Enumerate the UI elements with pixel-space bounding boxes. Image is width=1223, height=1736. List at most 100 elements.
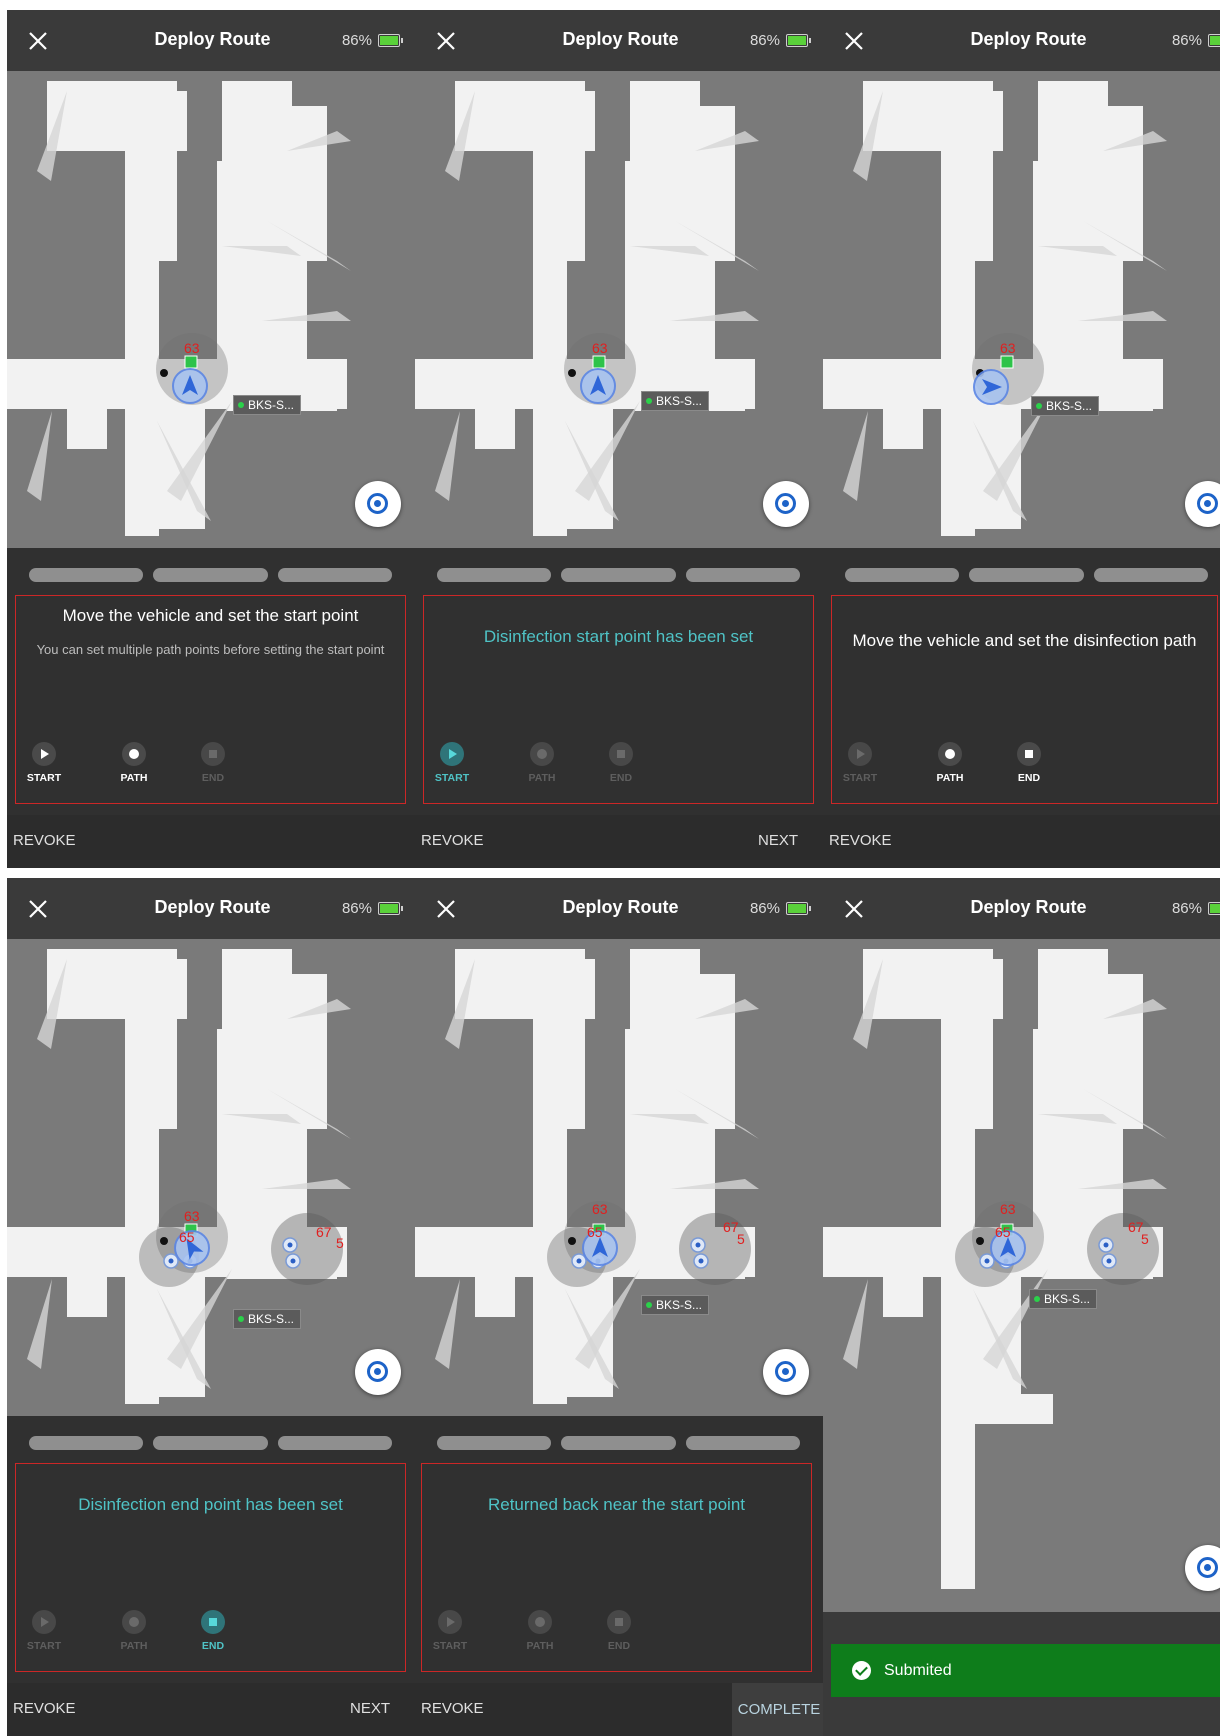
start-mode-button[interactable]: START <box>427 742 477 784</box>
check-icon <box>852 1661 871 1680</box>
step-bar <box>685 1436 800 1450</box>
close-icon[interactable] <box>27 30 49 52</box>
battery-icon <box>378 34 403 47</box>
step-bar <box>29 1436 144 1450</box>
step-bar <box>561 568 676 582</box>
screen-1: Deploy Route 86% 63 BKS-S... Move the ve… <box>7 10 418 868</box>
path-mode-button[interactable]: PATH <box>515 1610 565 1652</box>
screen-5: Deploy Route 86% 63 65 67 5 BKS-S... Ret… <box>415 878 826 1736</box>
play-icon <box>41 749 49 759</box>
floor-map <box>7 949 351 1404</box>
instruction-box: Move the vehicle and set the disinfectio… <box>831 595 1218 804</box>
map-view[interactable]: 63 BKS-S... <box>7 71 418 548</box>
close-icon[interactable] <box>843 898 865 920</box>
step-bar <box>277 568 392 582</box>
complete-button[interactable]: COMPLETE <box>732 1683 826 1736</box>
page-title: Deploy Route <box>154 29 271 49</box>
step-bar <box>277 1436 392 1450</box>
screen-4: Deploy Route 86% 63 65 67 5 BKS-S... Dis… <box>7 878 418 1736</box>
step-progress <box>29 1436 392 1450</box>
instruction-subtitle: You can set multiple path points before … <box>36 642 385 657</box>
floor-map <box>7 81 351 536</box>
start-mode-button[interactable]: START <box>425 1610 475 1652</box>
path-mode-button[interactable]: PATH <box>109 1610 159 1652</box>
waypoint-number: 65 <box>179 1229 195 1245</box>
revoke-button[interactable]: REVOKE <box>13 1700 76 1717</box>
locate-icon[interactable] <box>763 481 809 527</box>
locate-icon[interactable] <box>763 1349 809 1395</box>
map-view[interactable]: 63 65 67 5 BKS-S... <box>415 939 826 1416</box>
battery-status: 86% <box>342 900 403 917</box>
revoke-button[interactable]: REVOKE <box>421 1700 484 1717</box>
battery-icon <box>786 902 811 915</box>
footer-bar: REVOKE COMPLETE <box>415 1683 826 1736</box>
revoke-button[interactable]: REVOKE <box>13 832 76 849</box>
waypoint-number: 5 <box>1141 1231 1149 1247</box>
step-bar <box>437 568 552 582</box>
step-bar <box>29 568 144 582</box>
map-view[interactable]: 63 BKS-S... <box>415 71 826 548</box>
dot-icon <box>129 749 139 759</box>
step-progress <box>845 568 1208 582</box>
dot-icon <box>537 749 547 759</box>
waypoint-number: 63 <box>592 1201 608 1217</box>
instruction-title: Disinfection start point has been set <box>483 627 754 646</box>
next-button[interactable]: NEXT <box>758 832 798 849</box>
robot-label: BKS-S... <box>233 1309 302 1329</box>
path-mode-button[interactable]: PATH <box>517 742 567 784</box>
path-mode-button[interactable]: PATH <box>109 742 159 784</box>
waypoint-number: 63 <box>184 1208 200 1224</box>
close-icon[interactable] <box>435 30 457 52</box>
floor-map <box>823 81 1167 536</box>
map-view[interactable]: 63 65 67 5 BKS-S... <box>823 939 1220 1612</box>
app-header: Deploy Route 86% <box>415 10 826 71</box>
battery-icon <box>1208 902 1220 915</box>
stop-icon <box>209 1618 217 1626</box>
instruction-box: Disinfection start point has been set ST… <box>423 595 814 804</box>
step-bar <box>685 568 800 582</box>
footer-bar: REVOKE <box>7 815 418 868</box>
step-bar <box>437 1436 552 1450</box>
close-icon[interactable] <box>27 898 49 920</box>
step-bar <box>969 568 1084 582</box>
waypoint-number: 65 <box>995 1224 1011 1240</box>
page-title: Deploy Route <box>970 29 1087 49</box>
next-button[interactable]: NEXT <box>350 1700 390 1717</box>
close-icon[interactable] <box>843 30 865 52</box>
end-mode-button[interactable]: END <box>188 742 238 784</box>
path-mode-button[interactable]: PATH <box>925 742 975 784</box>
footer-bar: REVOKE NEXT <box>7 1683 418 1736</box>
battery-status: 86% <box>342 32 403 49</box>
revoke-button[interactable]: REVOKE <box>829 832 892 849</box>
revoke-button[interactable]: REVOKE <box>421 832 484 849</box>
instruction-box: Returned back near the start point START… <box>421 1463 812 1672</box>
stop-icon <box>1025 750 1033 758</box>
close-icon[interactable] <box>435 898 457 920</box>
footer-bar: REVOKE <box>823 815 1220 868</box>
locate-icon[interactable] <box>355 1349 401 1395</box>
dot-icon <box>535 1617 545 1627</box>
step-bar <box>1093 568 1208 582</box>
end-mode-button[interactable]: END <box>596 742 646 784</box>
end-mode-button[interactable]: END <box>1004 742 1054 784</box>
step-bar <box>561 1436 676 1450</box>
start-mode-button[interactable]: START <box>19 1610 69 1652</box>
start-mode-button[interactable]: START <box>835 742 885 784</box>
waypoint-number: 63 <box>184 340 200 356</box>
waypoint-number: 5 <box>737 1231 745 1247</box>
dot-icon <box>129 1617 139 1627</box>
map-view[interactable]: 63 BKS-S... <box>823 71 1220 548</box>
end-mode-button[interactable]: END <box>594 1610 644 1652</box>
instruction-title: Move the vehicle and set the start point <box>62 606 359 625</box>
locate-icon[interactable] <box>355 481 401 527</box>
end-mode-button[interactable]: END <box>188 1610 238 1652</box>
waypoint-number: 63 <box>592 340 608 356</box>
start-mode-button[interactable]: START <box>19 742 69 784</box>
map-view[interactable]: 63 65 67 5 BKS-S... <box>7 939 418 1416</box>
stop-icon <box>615 1618 623 1626</box>
step-progress <box>29 568 392 582</box>
app-header: Deploy Route 86% <box>823 878 1220 939</box>
battery-status: 86% <box>1172 900 1220 917</box>
play-icon <box>447 1617 455 1627</box>
dot-icon <box>945 749 955 759</box>
